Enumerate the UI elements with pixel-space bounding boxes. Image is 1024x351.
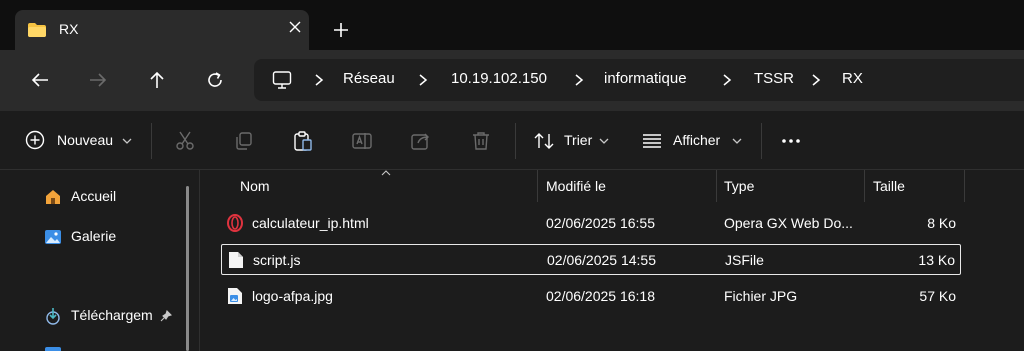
file-modified: 02/06/2025 16:55: [546, 215, 655, 231]
breadcrumb-informatique[interactable]: informatique: [604, 70, 687, 87]
sidebar-item-accueil[interactable]: Accueil: [44, 183, 194, 211]
sidebar-item-telechargements[interactable]: Téléchargem: [44, 302, 194, 330]
file-type: JSFile: [725, 252, 764, 268]
close-icon[interactable]: [287, 19, 303, 35]
opera-gx-icon: [227, 214, 243, 232]
chevron-right-icon: [419, 74, 428, 86]
add-tab-icon[interactable]: [331, 20, 351, 40]
forward-button[interactable]: [82, 64, 114, 96]
sidebar-item-galerie[interactable]: Galerie: [44, 223, 194, 251]
file-name: calculateur_ip.html: [252, 215, 369, 231]
image-file-icon: [228, 288, 242, 304]
column-divider[interactable]: [537, 170, 538, 202]
folder-icon: [28, 23, 46, 37]
file-type: Fichier JPG: [724, 288, 798, 304]
chevron-right-icon: [812, 74, 821, 86]
chevron-right-icon: [723, 74, 732, 86]
toolbar-divider: [761, 123, 762, 159]
document-icon: [229, 252, 243, 268]
computer-icon: [272, 71, 292, 89]
sidebar-scrollbar[interactable]: [186, 186, 189, 351]
file-name: logo-afpa.jpg: [252, 288, 333, 304]
sort-label: Trier: [564, 132, 593, 148]
share-icon[interactable]: [410, 130, 432, 152]
sort-ascending-icon: [381, 170, 391, 176]
navigation-bar: Réseau 10.19.102.150 informatique TSSR R…: [0, 50, 1024, 111]
address-bar[interactable]: Réseau 10.19.102.150 informatique TSSR R…: [254, 59, 1024, 101]
command-bar: Nouveau Trier Afficher: [0, 111, 1024, 170]
file-row[interactable]: calculateur_ip.html 02/06/2025 16:55 Ope…: [221, 208, 961, 239]
sidebar-item-partial[interactable]: [44, 340, 194, 351]
tab-title: RX: [59, 21, 79, 37]
toolbar-divider: [151, 123, 152, 159]
refresh-icon: [208, 72, 222, 87]
sidebar-item-label: Accueil: [71, 188, 117, 204]
list-view-icon: [643, 134, 661, 148]
toolbar-divider: [515, 123, 516, 159]
column-header-type[interactable]: Type: [724, 170, 754, 202]
breadcrumb-ip[interactable]: 10.19.102.150: [451, 70, 547, 87]
refresh-button[interactable]: [199, 64, 231, 96]
delete-icon[interactable]: [470, 130, 492, 152]
chevron-down-icon: [122, 138, 132, 144]
chevron-right-icon: [315, 74, 324, 86]
file-modified: 02/06/2025 14:55: [547, 252, 656, 268]
up-button[interactable]: [141, 64, 173, 96]
home-icon: [46, 190, 60, 204]
gallery-icon: [45, 230, 61, 244]
file-size: 8 Ko: [927, 215, 956, 231]
file-type: Opera GX Web Do...: [724, 215, 853, 231]
file-list: Nom Modifié le Type Taille calculateur_i…: [201, 170, 1024, 351]
column-divider[interactable]: [716, 170, 717, 202]
back-button[interactable]: [24, 64, 56, 96]
download-icon: [46, 308, 60, 325]
pin-icon: [160, 310, 172, 322]
chevron-down-icon: [599, 138, 609, 144]
tab-rx[interactable]: RX: [15, 10, 309, 50]
chevron-right-icon: [575, 74, 584, 86]
chevron-down-icon: [732, 138, 742, 144]
file-size: 57 Ko: [919, 288, 956, 304]
view-label: Afficher: [673, 132, 721, 148]
arrow-right-icon: [90, 73, 107, 87]
new-label: Nouveau: [57, 132, 114, 148]
navigation-pane: Accueil Galerie Téléchargem: [0, 170, 200, 351]
arrow-left-icon: [31, 73, 48, 87]
column-header-name[interactable]: Nom: [240, 170, 270, 202]
file-row[interactable]: logo-afpa.jpg 02/06/2025 16:18 Fichier J…: [221, 281, 961, 312]
column-header-size[interactable]: Taille: [873, 170, 905, 202]
breadcrumb-reseau[interactable]: Réseau: [343, 70, 395, 87]
column-header-modified[interactable]: Modifié le: [546, 170, 606, 202]
file-size: 13 Ko: [918, 252, 955, 268]
tab-strip: RX: [0, 0, 1024, 50]
sidebar-item-label: Téléchargem: [71, 307, 153, 323]
file-row[interactable]: script.js 02/06/2025 14:55 JSFile 13 Ko: [221, 244, 961, 275]
file-name: script.js: [253, 252, 301, 268]
rename-icon[interactable]: [351, 130, 373, 152]
breadcrumb-rx[interactable]: RX: [842, 70, 863, 87]
plus-circle-icon: [25, 130, 45, 150]
arrow-up-icon: [150, 71, 164, 88]
sidebar-item-label: Galerie: [71, 228, 117, 244]
sort-icon: [534, 133, 554, 149]
more-options-icon[interactable]: [780, 130, 802, 152]
breadcrumb-tssr[interactable]: TSSR: [754, 70, 794, 87]
paste-icon[interactable]: [292, 130, 314, 152]
folder-icon: [45, 347, 61, 351]
file-modified: 02/06/2025 16:18: [546, 288, 655, 304]
copy-icon[interactable]: [233, 130, 255, 152]
column-divider[interactable]: [864, 170, 865, 202]
column-divider[interactable]: [964, 170, 965, 202]
cut-icon[interactable]: [174, 130, 196, 152]
